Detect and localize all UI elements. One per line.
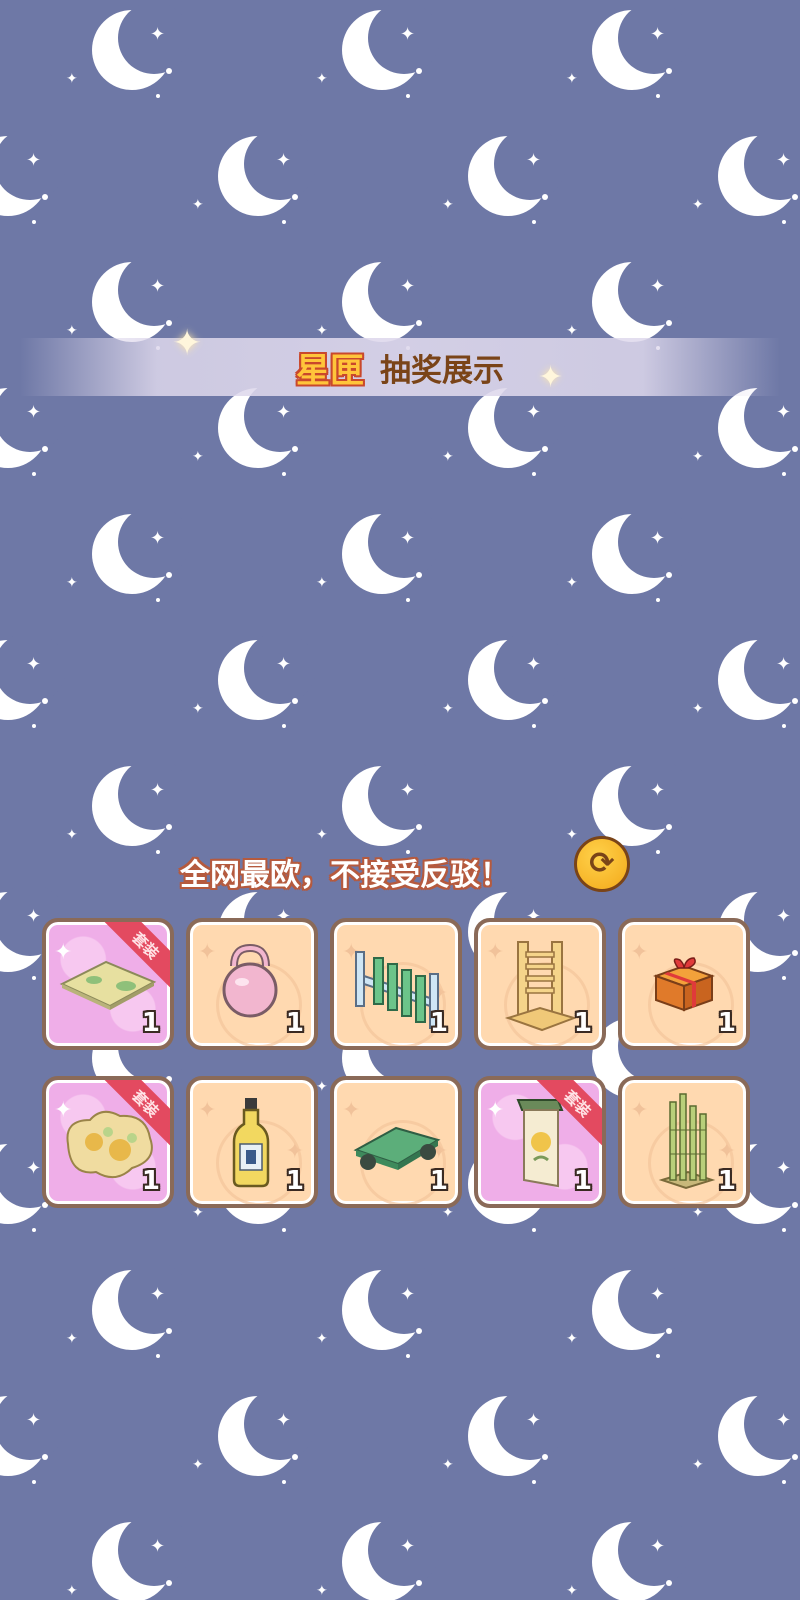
crescent-moon-icon: ✦✦ bbox=[566, 506, 690, 606]
crescent-moon-icon: ✦✦ bbox=[442, 128, 566, 228]
title-brand: 星匣 bbox=[296, 350, 364, 391]
item-quantity: 1 bbox=[141, 1166, 160, 1196]
item-card[interactable]: ✦ ✦ 1 bbox=[186, 1076, 318, 1208]
refresh-button[interactable]: ⟳ bbox=[574, 836, 630, 892]
item-quantity: 1 bbox=[429, 1008, 448, 1038]
item-card[interactable]: ✦ 1 bbox=[474, 918, 606, 1050]
crescent-moon-icon: ✦✦ bbox=[316, 506, 440, 606]
crescent-moon-icon: ✦✦ bbox=[192, 380, 316, 480]
crescent-moon-icon: ✦✦ bbox=[692, 128, 800, 228]
crescent-moon-icon: ✦✦ bbox=[66, 1514, 190, 1600]
item-card[interactable]: ✦ 1 bbox=[618, 918, 750, 1050]
crescent-moon-icon: ✦✦ bbox=[66, 1262, 190, 1362]
item-quantity: 1 bbox=[573, 1166, 592, 1196]
crescent-moon-icon: ✦✦ bbox=[66, 506, 190, 606]
item-card[interactable]: ✦ 1 bbox=[186, 918, 318, 1050]
item-quantity: 1 bbox=[285, 1166, 304, 1196]
crescent-moon-icon: ✦✦ bbox=[566, 1514, 690, 1600]
item-card[interactable]: ✦ 套装 1 bbox=[42, 918, 174, 1050]
item-card[interactable]: ✦ ✦ 1 bbox=[330, 1076, 462, 1208]
item-quantity: 1 bbox=[717, 1008, 736, 1038]
sparkle-icon: ✦ bbox=[538, 360, 564, 395]
crescent-moon-icon: ✦✦ bbox=[316, 2, 440, 102]
crescent-moon-icon: ✦✦ bbox=[192, 1388, 316, 1488]
crescent-moon-icon: ✦✦ bbox=[192, 632, 316, 732]
crescent-moon-icon: ✦✦ bbox=[0, 632, 66, 732]
crescent-moon-icon: ✦✦ bbox=[0, 380, 66, 480]
crescent-moon-icon: ✦✦ bbox=[192, 128, 316, 228]
reward-grid: ✦ 套装 1 ✦ 1 ✦ ✦ bbox=[42, 918, 758, 1208]
crescent-moon-icon: ✦✦ bbox=[692, 632, 800, 732]
crescent-moon-icon: ✦✦ bbox=[566, 1262, 690, 1362]
item-quantity: 1 bbox=[285, 1008, 304, 1038]
crescent-moon-icon: ✦✦ bbox=[0, 128, 66, 228]
item-quantity: 1 bbox=[717, 1166, 736, 1196]
crescent-moon-icon: ✦✦ bbox=[316, 1262, 440, 1362]
item-quantity: 1 bbox=[573, 1008, 592, 1038]
crescent-moon-icon: ✦✦ bbox=[692, 380, 800, 480]
crescent-moon-icon: ✦✦ bbox=[442, 1388, 566, 1488]
page-title: 抽奖展示 bbox=[380, 352, 504, 389]
crescent-moon-icon: ✦✦ bbox=[566, 2, 690, 102]
moon-pattern-background: ✦ ✦ ✦ ✦ ✦ ✦ ✦ ✦ ✦ ✦ ✦ ✦ ✦ ✦ ✦ ✦ ✦ ✦ ✦ ✦ ✦ ✦ ✦ ✦ ✦ ✦ ✦ ✦ ✦ ✦ ✦ ✦ ✦ ✦ ✦ ✦ ✦ ✦ ✦ ✦… bbox=[0, 0, 800, 1600]
item-card[interactable]: ✦ ✦ 1 bbox=[330, 918, 462, 1050]
item-card[interactable]: ✦ ✦ 1 bbox=[618, 1076, 750, 1208]
crescent-moon-icon: ✦✦ bbox=[316, 1514, 440, 1600]
crescent-moon-icon: ✦✦ bbox=[0, 1388, 66, 1488]
item-quantity: 1 bbox=[141, 1008, 160, 1038]
title-banner: 星匣 抽奖展示 bbox=[20, 338, 780, 396]
crescent-moon-icon: ✦✦ bbox=[442, 632, 566, 732]
slogan-row: 全网最欧，不接受反驳！ bbox=[0, 838, 800, 898]
sparkle-icon: ✦ bbox=[172, 323, 203, 364]
crescent-moon-icon: ✦✦ bbox=[66, 2, 190, 102]
slogan-text: 全网最欧，不接受反驳！ bbox=[180, 858, 510, 893]
item-card[interactable]: ✦ 套装 1 bbox=[474, 1076, 606, 1208]
crescent-moon-icon: ✦✦ bbox=[692, 1388, 800, 1488]
item-quantity: 1 bbox=[429, 1166, 448, 1196]
crescent-moon-icon: ✦✦ bbox=[442, 380, 566, 480]
refresh-icon: ⟳ bbox=[589, 846, 615, 881]
item-card[interactable]: ✦ 套装 1 bbox=[42, 1076, 174, 1208]
